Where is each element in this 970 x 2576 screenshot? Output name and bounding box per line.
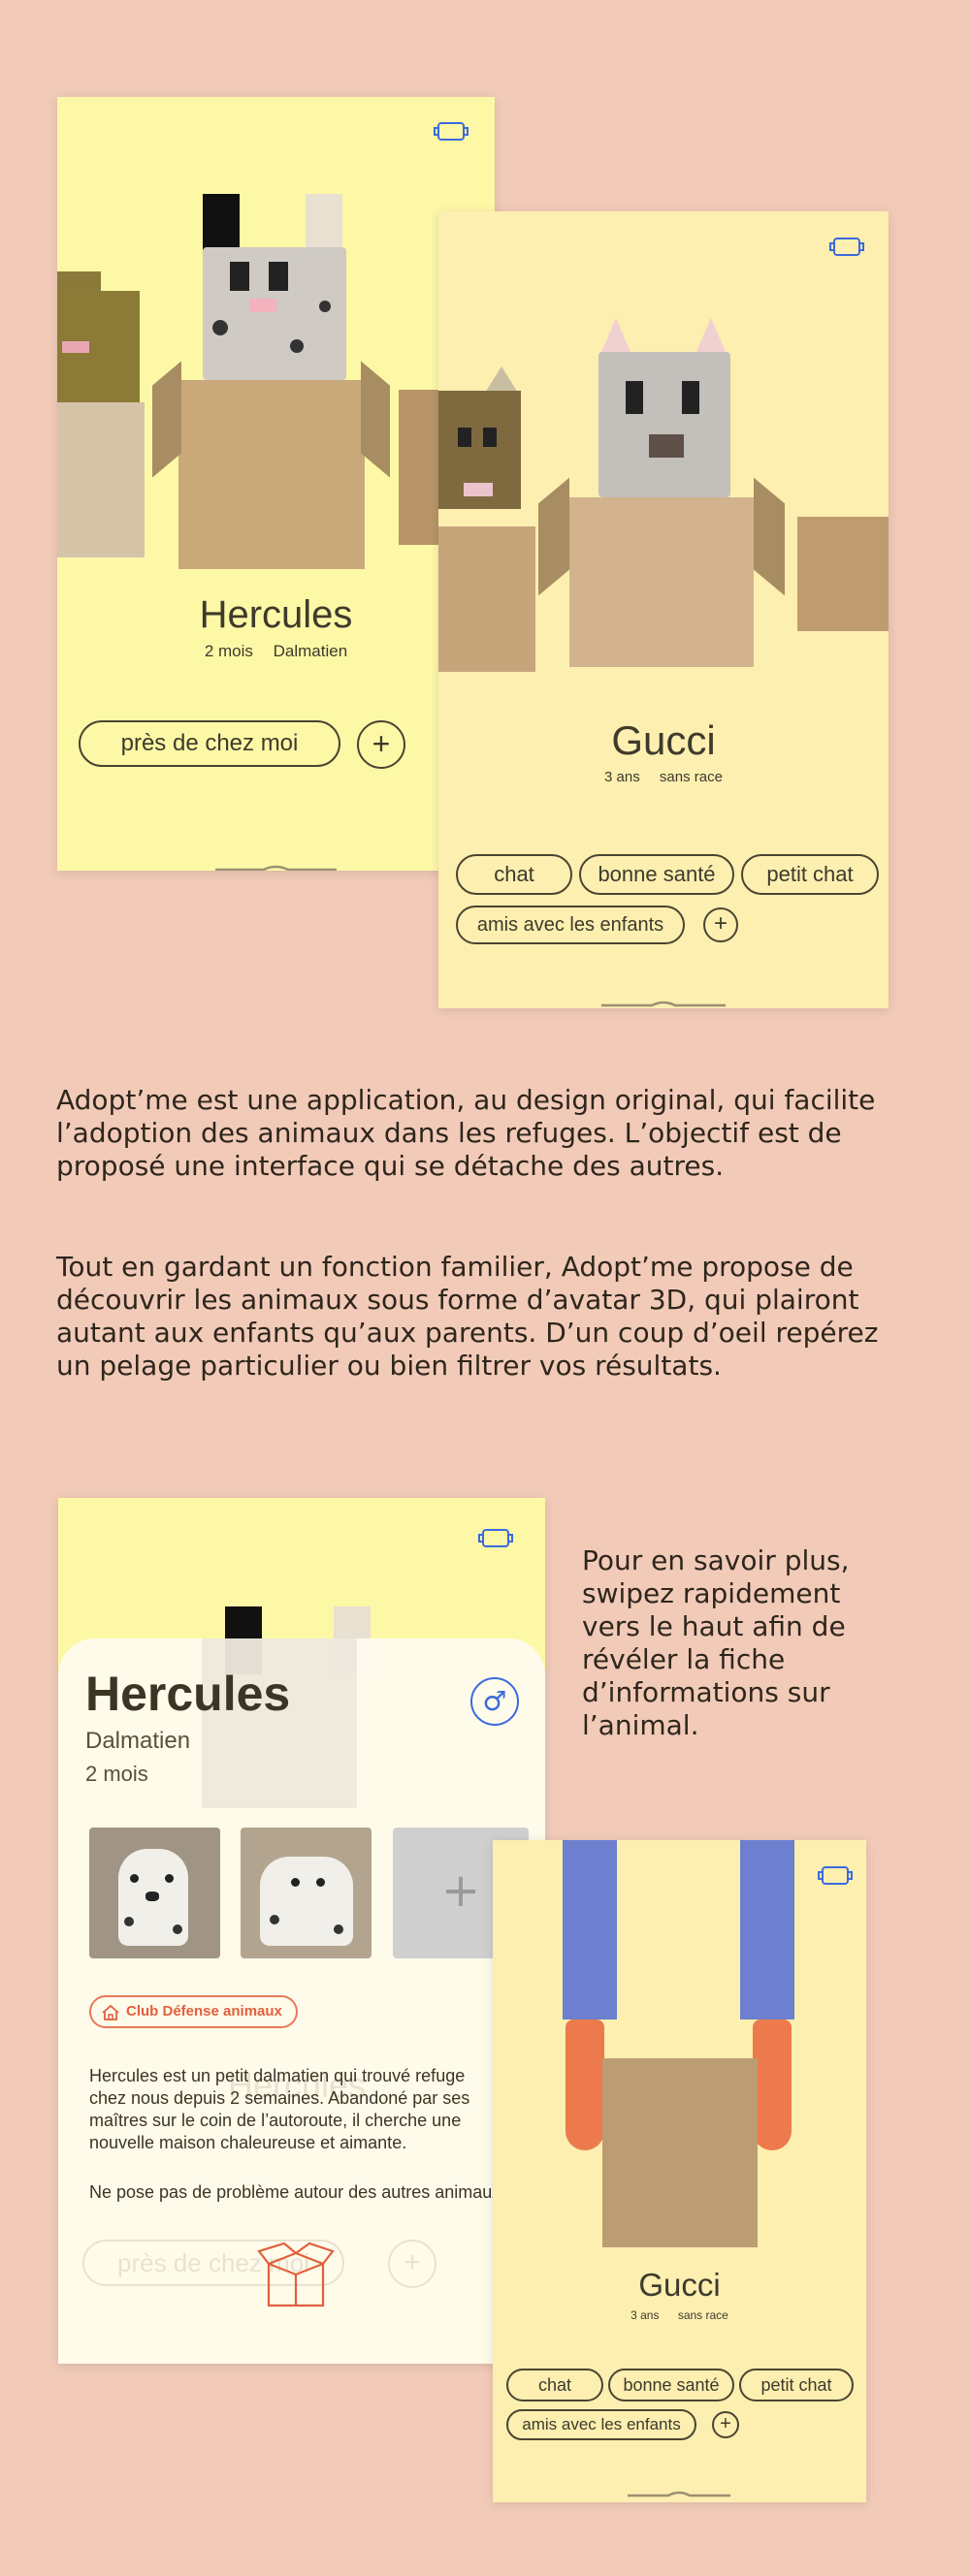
- animal-box-side: [797, 517, 889, 631]
- pet-name: Gucci: [611, 717, 716, 763]
- carrier-icon[interactable]: [818, 1864, 853, 1886]
- male-icon: ♂: [470, 1677, 519, 1726]
- filter-pill-nearby[interactable]: près de chez moi: [79, 720, 340, 767]
- pet-name: Gucci: [638, 2267, 721, 2303]
- pet-breed: sans race: [659, 769, 723, 785]
- screen-gucci-handoff: Gucci 3 ans sans race chat bonne santé p…: [493, 1840, 866, 2502]
- tag-pill[interactable]: chat: [456, 854, 572, 895]
- tag-pill[interactable]: bonne santé: [608, 2369, 734, 2401]
- sheet-pet-breed: Dalmatien: [85, 1728, 191, 1754]
- cardboard-box: [178, 380, 365, 569]
- intro-paragraph-2: Tout en gardant un fonction familier, Ad…: [56, 1251, 879, 1382]
- pet-age: 2 mois: [204, 642, 253, 660]
- left-hand: [566, 2019, 604, 2150]
- animal-box-side: [438, 526, 535, 672]
- pet-description-extra: Ne pose pas de problème autour des autre…: [89, 2182, 501, 2202]
- cardboard-box: [569, 497, 754, 667]
- tag-pill[interactable]: amis avec les enfants: [506, 2409, 696, 2440]
- carrier-icon[interactable]: [829, 236, 864, 257]
- ghost-plus: +: [388, 2240, 436, 2288]
- club-label: Club Défense animaux: [126, 2003, 282, 2019]
- swipe-handle[interactable]: [601, 993, 726, 1007]
- animal-avatar-side: [57, 291, 140, 402]
- swipe-handle[interactable]: [215, 857, 337, 871]
- tag-pill[interactable]: bonne santé: [579, 854, 734, 895]
- info-sheet[interactable]: Hercules près de chez moi + Hercules Dal…: [58, 1638, 545, 2364]
- pet-photo[interactable]: [89, 1828, 220, 1958]
- pet-meta: 3 ans sans race: [493, 2308, 866, 2322]
- animal-box-side: [57, 402, 145, 557]
- pet-meta: 2 mois Dalmatien: [57, 642, 495, 661]
- pet-age: 3 ans: [604, 769, 640, 785]
- pet-breed: sans race: [677, 2308, 728, 2322]
- pet-meta: 3 ans sans race: [438, 769, 889, 785]
- sheet-pet-age: 2 mois: [85, 1762, 148, 1786]
- pet-description: Hercules est un petit dalmatien qui trou…: [89, 2066, 470, 2152]
- tag-pill[interactable]: petit chat: [741, 854, 879, 895]
- dalmatian-avatar: [203, 194, 346, 380]
- screen-hercules-detail: Hercules près de chez moi + Hercules Dal…: [58, 1498, 545, 2364]
- sheet-pet-name: Hercules: [85, 1667, 291, 1721]
- cat-avatar-side: [438, 391, 521, 509]
- pet-breed: Dalmatien: [273, 642, 348, 660]
- right-hand: [753, 2019, 792, 2150]
- add-filter-button[interactable]: +: [357, 720, 405, 769]
- pet-name: Hercules: [199, 593, 353, 636]
- swipe-handle[interactable]: [628, 2483, 730, 2497]
- open-box-icon[interactable]: [257, 2240, 335, 2312]
- side-note: Pour en savoir plus, swipez rapidement v…: [582, 1544, 850, 1741]
- pet-photo[interactable]: [241, 1828, 372, 1958]
- tag-pill[interactable]: chat: [506, 2369, 603, 2401]
- tag-pill[interactable]: amis avec les enfants: [456, 906, 685, 944]
- screen-hercules-card: Hercules 2 mois Dalmatien près de chez m…: [57, 97, 495, 871]
- tag-pill[interactable]: petit chat: [739, 2369, 854, 2401]
- intro-paragraph-1: Adopt’me est une application, au design …: [56, 1084, 876, 1182]
- screen-gucci-card: Gucci 3 ans sans race chat bonne santé p…: [438, 211, 889, 1008]
- pet-age: 3 ans: [630, 2308, 660, 2322]
- add-filter-button[interactable]: +: [703, 907, 738, 942]
- carrier-icon[interactable]: [434, 120, 469, 142]
- cardboard-box: [602, 2058, 758, 2247]
- left-sleeve: [563, 1840, 617, 2019]
- right-sleeve: [740, 1840, 794, 2019]
- grey-cat-avatar: [598, 352, 730, 497]
- add-filter-button[interactable]: +: [712, 2411, 739, 2438]
- carrier-icon[interactable]: [478, 1527, 513, 1548]
- club-badge[interactable]: Club Défense animaux: [89, 1995, 298, 2028]
- house-icon: [101, 2003, 120, 2020]
